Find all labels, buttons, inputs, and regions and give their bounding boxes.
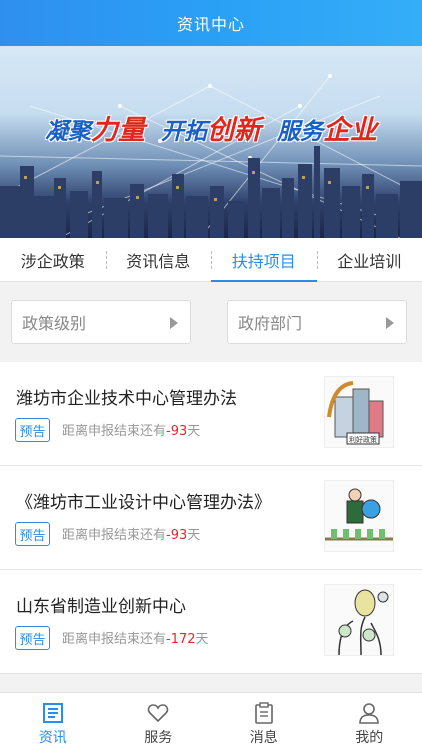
list-end-spacer — [0, 674, 422, 692]
heart-icon — [148, 704, 169, 723]
tab-news[interactable]: 资讯信息 — [105, 238, 212, 281]
tabbar-label: 资讯 — [38, 730, 67, 746]
tabbar-item-profile[interactable]: 我的 — [317, 693, 422, 750]
status-badge: 预告 — [15, 418, 50, 442]
tabbar-label: 服务 — [144, 730, 173, 746]
bottom-tab-bar: 资讯 服务 消息 我的 — [0, 692, 422, 750]
banner-slogan: 凝聚力量 开拓创新 服务企业 — [0, 108, 422, 147]
banner[interactable]: 凝聚力量 开拓创新 服务企业 — [0, 46, 422, 238]
policy-level-label: 政策级别 — [22, 314, 87, 333]
triangle-right-icon — [170, 317, 178, 329]
app-header: 资讯中心 — [0, 0, 422, 46]
clipboard-icon — [254, 702, 273, 724]
item-title: 《潍坊市工业设计中心管理办法》 — [16, 493, 271, 513]
item-thumbnail — [324, 584, 394, 656]
policy-level-select[interactable]: 政策级别 — [11, 300, 191, 344]
status-badge: 预告 — [15, 522, 50, 546]
slogan-text: 开拓 — [161, 119, 207, 145]
list-item[interactable]: 潍坊市企业技术中心管理办法 预告 距离申报结束还有-93天 利好政策 — [0, 362, 422, 466]
deadline-countdown: 距离申报结束还有-93天 — [62, 528, 201, 543]
slogan-text: 创新 — [207, 115, 261, 146]
deadline-countdown: 距离申报结束还有-172天 — [62, 632, 209, 647]
slogan-text: 力量 — [91, 115, 145, 146]
slogan-text: 服务 — [277, 119, 323, 145]
item-title: 潍坊市企业技术中心管理办法 — [16, 389, 237, 409]
tabbar-label: 我的 — [355, 730, 384, 746]
svg-text:利好政策: 利好政策 — [349, 435, 377, 444]
tab-support-projects[interactable]: 扶持项目 — [211, 238, 317, 282]
item-thumbnail: 利好政策 — [324, 376, 394, 448]
tabbar-item-messages[interactable]: 消息 — [211, 693, 317, 750]
deadline-countdown: 距离申报结束还有-93天 — [62, 424, 201, 439]
filter-bar: 政策级别 政府部门 — [0, 282, 422, 362]
tabbar-label: 消息 — [249, 730, 278, 746]
triangle-right-icon — [386, 317, 394, 329]
list-item[interactable]: 山东省制造业创新中心 预告 距离申报结束还有-172天 — [0, 570, 422, 674]
list-item[interactable]: 《潍坊市工业设计中心管理办法》 预告 距离申报结束还有-93天 — [0, 466, 422, 570]
page-title: 资讯中心 — [176, 15, 245, 34]
user-icon — [359, 703, 380, 724]
slogan-text: 凝聚 — [45, 119, 91, 145]
slogan-text: 企业 — [323, 115, 377, 146]
category-tabs: 涉企政策 资讯信息 扶持项目 企业培训 — [0, 238, 422, 282]
item-thumbnail — [324, 480, 394, 552]
item-title: 山东省制造业创新中心 — [16, 597, 186, 617]
department-label: 政府部门 — [238, 314, 303, 333]
tabbar-item-news[interactable]: 资讯 — [0, 693, 106, 750]
tab-training[interactable]: 企业培训 — [316, 238, 422, 281]
tabbar-item-service[interactable]: 服务 — [106, 693, 212, 750]
news-icon — [42, 703, 63, 723]
tab-policy[interactable]: 涉企政策 — [0, 238, 106, 281]
project-list: 潍坊市企业技术中心管理办法 预告 距离申报结束还有-93天 利好政策 《潍坊市工… — [0, 362, 422, 674]
department-select[interactable]: 政府部门 — [227, 300, 407, 344]
status-badge: 预告 — [15, 626, 50, 650]
